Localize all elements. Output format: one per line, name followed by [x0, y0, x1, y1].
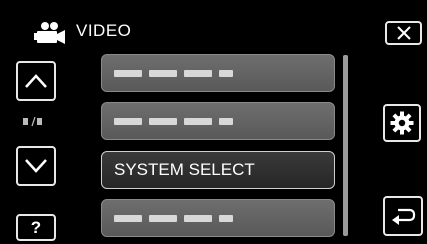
- help-label: ?: [30, 217, 42, 237]
- close-button[interactable]: [385, 21, 422, 45]
- scroll-down-button[interactable]: [16, 146, 56, 186]
- obscured-label: [114, 69, 233, 77]
- back-button[interactable]: [383, 196, 423, 236]
- gear-icon: [390, 111, 414, 135]
- menu-item-label: SYSTEM SELECT: [114, 160, 255, 179]
- menu-item[interactable]: [101, 102, 335, 140]
- menu-item[interactable]: [101, 54, 335, 92]
- settings-button[interactable]: [383, 104, 421, 142]
- chevron-down-icon: [25, 159, 47, 173]
- menu-item-system-select[interactable]: SYSTEM SELECT: [101, 151, 335, 189]
- scroll-up-button[interactable]: [16, 61, 56, 101]
- menu-item[interactable]: [101, 199, 335, 237]
- obscured-label: [114, 214, 233, 222]
- help-button[interactable]: ?: [16, 214, 56, 241]
- close-icon: [396, 26, 411, 40]
- page-indicator: [23, 116, 43, 130]
- obscured-label: [114, 117, 233, 125]
- scrollbar-thumb[interactable]: [343, 55, 348, 236]
- video-camera-icon: [34, 21, 66, 45]
- chevron-up-icon: [25, 74, 47, 88]
- return-arrow-icon: [392, 208, 416, 225]
- page-title: VIDEO: [76, 21, 132, 40]
